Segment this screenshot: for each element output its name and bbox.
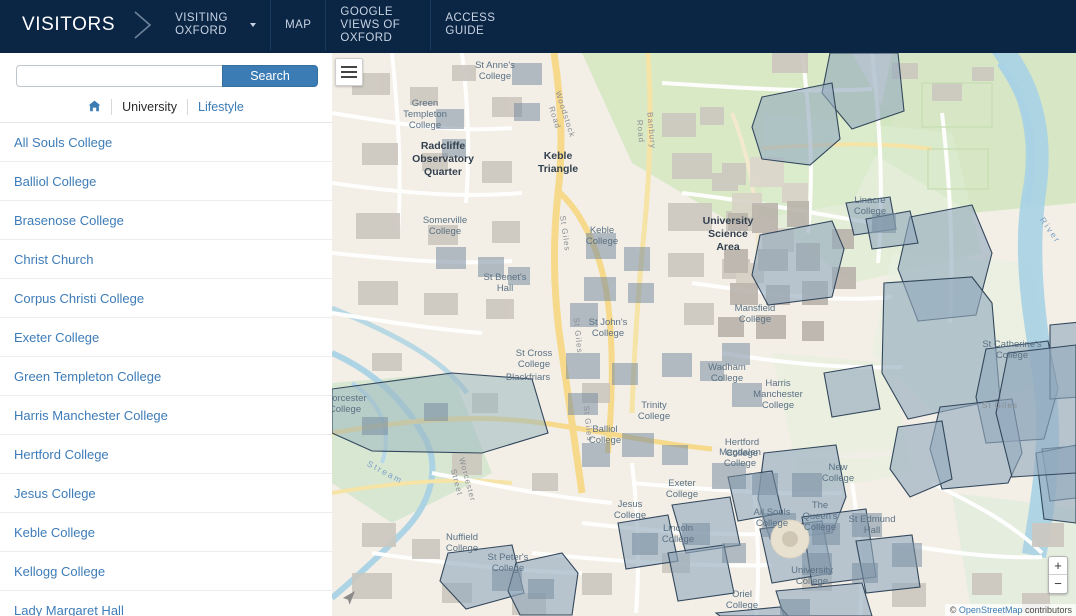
college-link[interactable]: Keble College: [14, 525, 95, 540]
college-link[interactable]: Christ Church: [14, 252, 93, 267]
openstreetmap-link[interactable]: OpenStreetMap: [959, 605, 1023, 615]
map-tiles: [332, 53, 1076, 616]
search-input[interactable]: [16, 65, 222, 87]
zoom-out-button[interactable]: −: [1049, 575, 1067, 593]
sidebar-panel: Search University Lifestyle All Souls Co…: [0, 53, 332, 616]
zoom-in-button[interactable]: +: [1049, 557, 1067, 575]
list-item[interactable]: Balliol College: [0, 162, 332, 201]
attribution-prefix: ©: [949, 605, 959, 615]
nav-links: VISITING OXFORD MAP GOOGLE VIEWS OF OXFO…: [165, 0, 535, 50]
college-link[interactable]: Corpus Christi College: [14, 291, 144, 306]
home-icon: [88, 100, 101, 114]
tab-home[interactable]: [78, 99, 111, 115]
college-link[interactable]: Brasenose College: [14, 213, 124, 228]
nav-item-visiting-oxford[interactable]: VISITING OXFORD: [165, 0, 270, 50]
college-link[interactable]: Exeter College: [14, 330, 99, 345]
category-tabs: University Lifestyle: [0, 98, 332, 123]
list-item[interactable]: Exeter College: [0, 318, 332, 357]
tab-lifestyle[interactable]: Lifestyle: [187, 99, 254, 115]
nav-item-access-guide[interactable]: ACCESS GUIDE: [430, 0, 535, 50]
college-link[interactable]: Jesus College: [14, 486, 96, 501]
college-link[interactable]: Lady Margaret Hall: [14, 603, 124, 616]
top-navigation-bar: VISITORS VISITING OXFORD MAP GOOGLE VIEW…: [0, 0, 1076, 50]
search-button[interactable]: Search: [222, 65, 318, 87]
nav-item-label: MAP: [285, 18, 312, 31]
map-canvas[interactable]: St Anne's College Green Templeton College…: [332, 53, 1076, 616]
list-item[interactable]: Brasenose College: [0, 201, 332, 240]
nav-item-label: VISITING OXFORD: [175, 12, 228, 37]
list-item[interactable]: Christ Church: [0, 240, 332, 279]
list-item[interactable]: All Souls College: [0, 123, 332, 162]
hamburger-menu-icon[interactable]: [335, 58, 363, 86]
search-row: Search: [16, 65, 318, 87]
tab-university[interactable]: University: [111, 99, 187, 115]
list-item[interactable]: Kellogg College: [0, 552, 332, 591]
college-link[interactable]: Balliol College: [14, 174, 96, 189]
college-link[interactable]: All Souls College: [14, 135, 112, 150]
list-item[interactable]: Green Templeton College: [0, 357, 332, 396]
tab-label: Lifestyle: [198, 100, 244, 114]
map-attribution: © OpenStreetMap contributors: [944, 604, 1076, 616]
brand-logo[interactable]: VISITORS: [0, 0, 165, 50]
list-item[interactable]: Harris Manchester College: [0, 396, 332, 435]
chevron-down-icon: [250, 23, 257, 27]
attribution-suffix: contributors: [1022, 605, 1072, 615]
list-item[interactable]: Keble College: [0, 513, 332, 552]
tab-label: University: [122, 100, 177, 114]
college-link[interactable]: Green Templeton College: [14, 369, 161, 384]
college-list: All Souls College Balliol College Brasenos…: [0, 123, 332, 616]
list-item[interactable]: Jesus College: [0, 474, 332, 513]
list-item[interactable]: Hertford College: [0, 435, 332, 474]
nav-item-map[interactable]: MAP: [270, 0, 325, 50]
list-item[interactable]: Lady Margaret Hall: [0, 591, 332, 616]
nav-item-google-views[interactable]: GOOGLE VIEWS OF OXFORD: [325, 0, 430, 50]
map-zoom-controls: + −: [1048, 556, 1068, 594]
college-link[interactable]: Harris Manchester College: [14, 408, 168, 423]
navigation-arrow-icon[interactable]: [338, 587, 360, 614]
list-item[interactable]: Corpus Christi College: [0, 279, 332, 318]
brand-label: VISITORS: [22, 14, 116, 35]
college-link[interactable]: Kellogg College: [14, 564, 105, 579]
brand-chevron-icon: [131, 0, 157, 50]
nav-item-label: ACCESS GUIDE: [445, 12, 496, 37]
college-link[interactable]: Hertford College: [14, 447, 109, 462]
nav-item-label: GOOGLE VIEWS OF OXFORD: [340, 5, 401, 44]
